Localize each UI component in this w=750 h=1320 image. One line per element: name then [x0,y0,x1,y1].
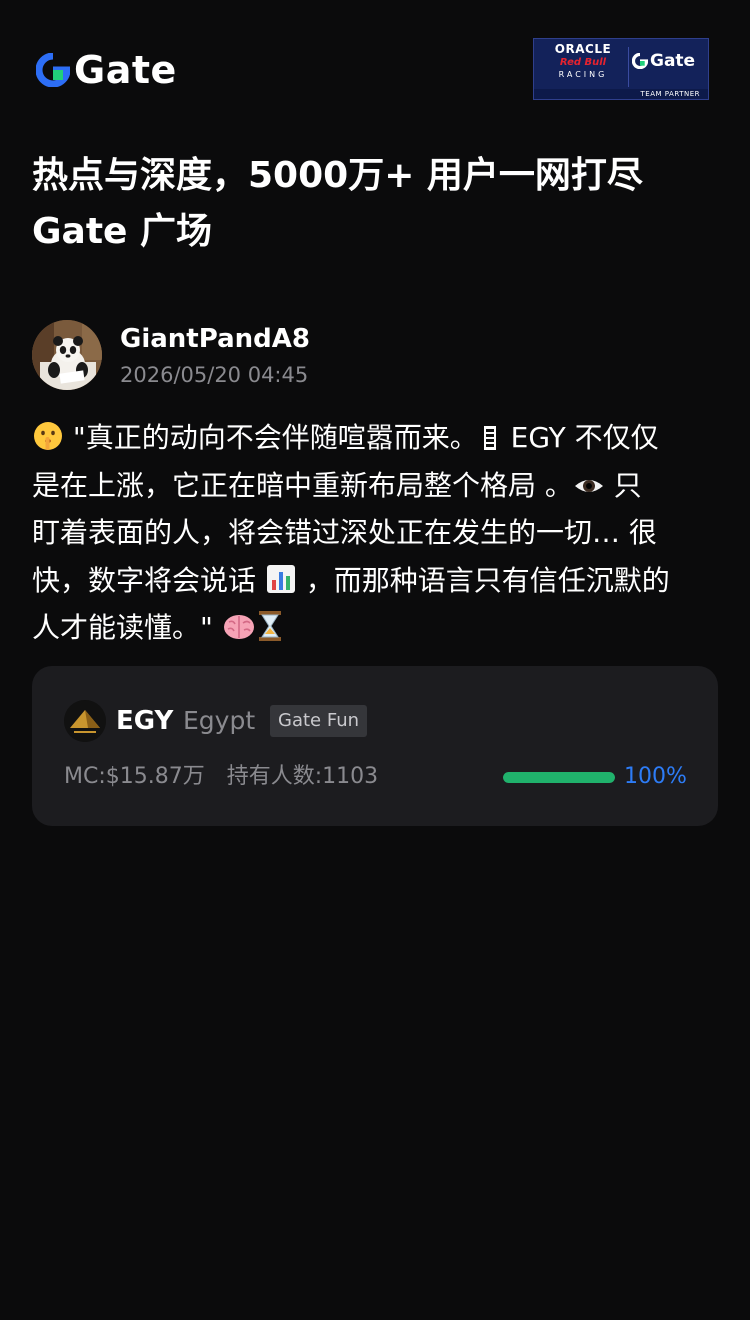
post-text-4a: 快，数字将会说话 [32,563,265,597]
headline-line-1: 热点与深度，5000万+ 用户一网打尽 [32,155,643,196]
header: Gate ORACLE Red Bull RACING Gate TEAM PA… [0,0,750,130]
post-text-2b: 只 [604,468,642,502]
post-text-3: 盯着表面的人，将会错过深处正在发生的一切… 很 [32,516,657,549]
team-partner-text: TEAM PARTNER [534,89,708,99]
page-headline: 热点与深度，5000万+ 用户一网打尽 Gate 广场 [32,148,722,260]
post-line-1: "真正的动向不会伴随喧嚣而来。 EGY 不仅仅 [32,414,722,462]
post-line-2: 是在上涨，它正在暗中重新布局整个格局 。 只 [32,462,722,510]
hourglass-icon [256,610,284,642]
panda-avatar-icon [32,320,102,390]
pyramid-icon [64,700,106,742]
badge-gate-text: Gate [650,51,696,71]
avatar[interactable] [32,320,102,390]
shushing-face-icon [32,420,64,452]
post-content[interactable]: "真正的动向不会伴随喧嚣而来。 EGY 不仅仅 是在上涨，它正在暗中重新布局整个… [32,414,722,652]
market-cap: MC:$15.87万 [64,764,205,789]
token-tag: Gate Fun [270,705,368,737]
oracle-text: ORACLE [554,42,612,56]
token-symbol: EGY [116,706,174,736]
post-text-1b: EGY 不仅仅 [501,421,659,454]
post-author: GiantPandA8 2026/05/20 04:45 [32,320,722,392]
brain-icon [222,612,256,642]
post-text-5: 人才能读懂。" [32,611,222,644]
headline-line-2: Gate 广场 [32,211,213,252]
post-line-3: 盯着表面的人，将会错过深处正在发生的一切… 很 [32,509,722,557]
token-card[interactable]: EGY Egypt Gate Fun MC:$15.87万 持有人数:1103 1… [32,666,718,826]
holders-count: 持有人数:1103 [226,764,379,789]
progress-label: 100% [624,764,687,789]
redbull-text: Red Bull [559,57,607,68]
post-line-4: 快，数字将会说话 ，而那种语言只有信任沉默的 [32,557,722,605]
post-timestamp: 2026/05/20 04:45 [120,363,309,387]
progress-fill [503,772,615,783]
gate-logo-icon [36,53,70,87]
token-stats: MC:$15.87万 持有人数:1103 [64,762,378,792]
racing-text: RACING [558,70,608,79]
coffin-icon [478,424,502,452]
badge-gate-logo: Gate [632,51,695,71]
eye-icon [573,472,605,500]
author-name[interactable]: GiantPandA8 [120,322,310,356]
post-text-2: 是在上涨，它正在暗中重新布局整个格局 。 [32,468,573,502]
token-name: Egypt [183,706,256,735]
gate-logo-small-icon [632,53,648,69]
post-text-1a: "真正的动向不会伴随喧嚣而来。 [64,421,478,454]
token-logo [64,700,106,742]
oracle-redbull-logo: ORACLE Red Bull RACING [540,43,626,91]
progress-bar [503,772,615,783]
badge-divider [628,47,629,87]
post-text-4b: ，而那种语言只有信任沉默的 [296,563,670,597]
bar-chart-icon [265,563,297,595]
logo-text: Gate [74,48,177,92]
gate-logo[interactable]: Gate [36,50,177,90]
post-line-5: 人才能读懂。" [32,604,722,652]
team-partner-badge: ORACLE Red Bull RACING Gate TEAM PARTNER [533,38,709,100]
